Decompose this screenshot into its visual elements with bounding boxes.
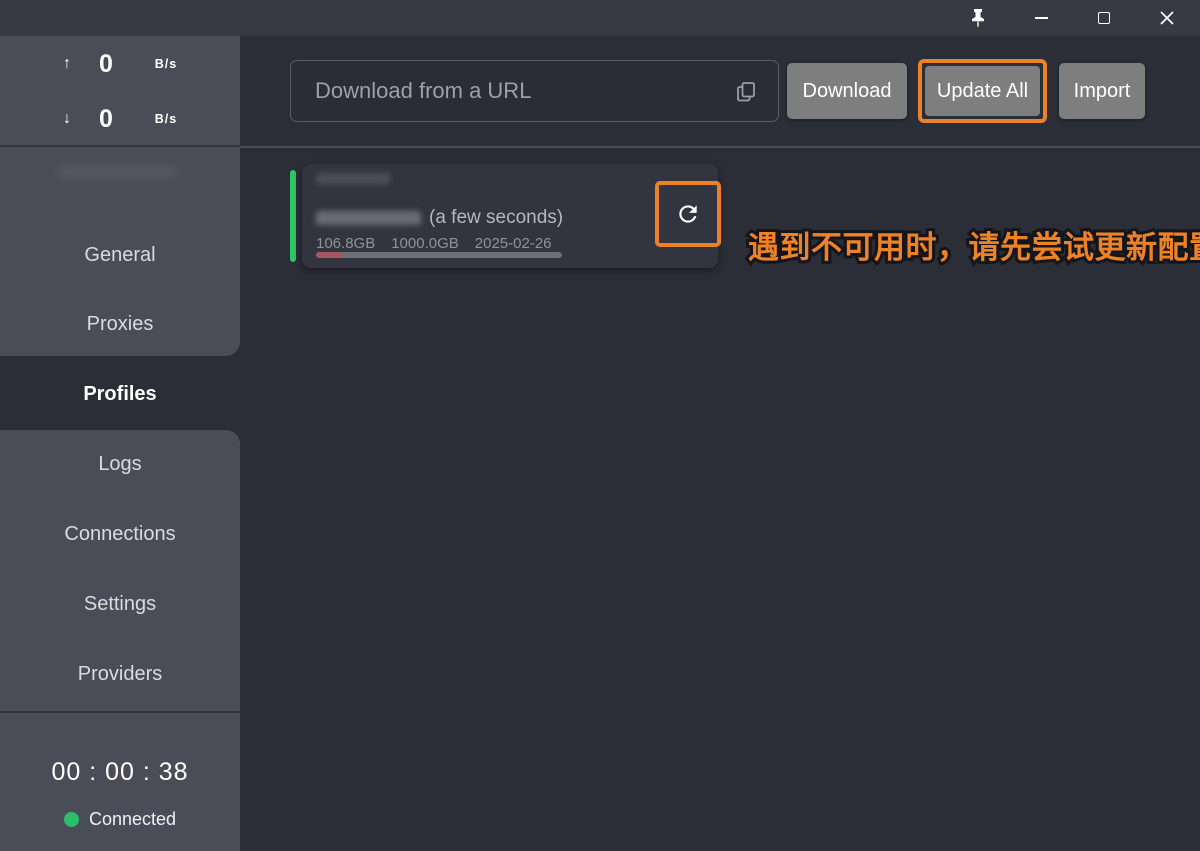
sidebar-item-logs[interactable]: Logs — [0, 444, 240, 484]
update-all-button[interactable]: Update All — [925, 66, 1040, 116]
profile-name-line: (a few seconds) — [316, 206, 563, 230]
sidebar-item-general[interactable]: General — [0, 235, 240, 275]
upload-unit: B/s — [140, 57, 192, 71]
refresh-highlight-box — [655, 181, 721, 247]
redacted-profile-title — [316, 173, 390, 184]
sidebar-item-proxies[interactable]: Proxies — [0, 304, 240, 344]
download-unit: B/s — [140, 112, 192, 126]
sidebar-item-settings[interactable]: Settings — [0, 584, 240, 624]
traffic-panel: ↑ 0 B/s ↓ 0 B/s — [0, 36, 240, 145]
download-arrow-icon: ↓ — [50, 110, 84, 128]
main-area: Download Update All Import (a few second… — [240, 36, 1200, 851]
refresh-profile-button[interactable] — [666, 192, 710, 236]
titlebar[interactable] — [0, 0, 1200, 36]
update-all-highlight-box: Update All — [918, 59, 1047, 123]
sidebar-item-providers[interactable]: Providers — [0, 654, 240, 694]
status-label: Connected — [89, 809, 176, 830]
profile-expire-date: 2025-02-26 — [475, 235, 552, 252]
profile-used: 106.8GB — [316, 235, 375, 252]
sidebar-item-profiles[interactable]: Profiles — [0, 374, 240, 414]
toolbar-divider — [240, 146, 1200, 148]
maximize-icon — [1098, 12, 1110, 24]
upload-arrow-icon: ↑ — [50, 55, 84, 73]
url-input[interactable] — [290, 60, 779, 122]
profile-updated-label: (a few seconds) — [429, 207, 563, 229]
pin-button[interactable] — [953, 0, 1003, 36]
window-controls — [940, 0, 1192, 36]
download-button[interactable]: Download — [787, 63, 907, 119]
maximize-button[interactable] — [1079, 0, 1129, 36]
app-window: ↑ 0 B/s ↓ 0 B/s General Proxies Profiles… — [0, 0, 1200, 851]
sidebar-item-connections[interactable]: Connections — [0, 514, 240, 554]
download-value: 0 — [84, 105, 128, 134]
usage-progress-track — [316, 252, 562, 258]
import-button[interactable]: Import — [1059, 63, 1145, 119]
usage-progress-fill — [316, 252, 342, 258]
redacted-profile-name — [316, 211, 421, 225]
paste-from-clipboard-button[interactable] — [732, 78, 760, 106]
active-profile-indicator — [290, 170, 296, 262]
minimize-icon — [1035, 17, 1048, 19]
status-dot-icon — [64, 812, 79, 827]
copy-icon — [734, 80, 758, 104]
sidebar: ↑ 0 B/s ↓ 0 B/s General Proxies Profiles… — [0, 36, 240, 851]
annotation-text: 遇到不可用时，请先尝试更新配置 — [748, 222, 1200, 274]
redacted-logo — [58, 165, 178, 178]
upload-value: 0 — [84, 50, 128, 79]
minimize-button[interactable] — [1016, 0, 1066, 36]
refresh-icon — [675, 201, 701, 227]
close-icon — [1160, 11, 1174, 25]
connection-status: Connected — [0, 809, 240, 830]
status-panel: 00 : 00 : 38 Connected — [0, 713, 240, 851]
close-button[interactable] — [1142, 0, 1192, 36]
upload-speed: ↑ 0 B/s — [0, 44, 240, 84]
uptime-timer: 00 : 00 : 38 — [0, 758, 240, 787]
pin-icon — [970, 9, 986, 28]
profile-stats: 106.8GB 1000.0GB 2025-02-26 — [316, 235, 552, 252]
profile-total: 1000.0GB — [391, 235, 459, 252]
download-speed: ↓ 0 B/s — [0, 99, 240, 139]
